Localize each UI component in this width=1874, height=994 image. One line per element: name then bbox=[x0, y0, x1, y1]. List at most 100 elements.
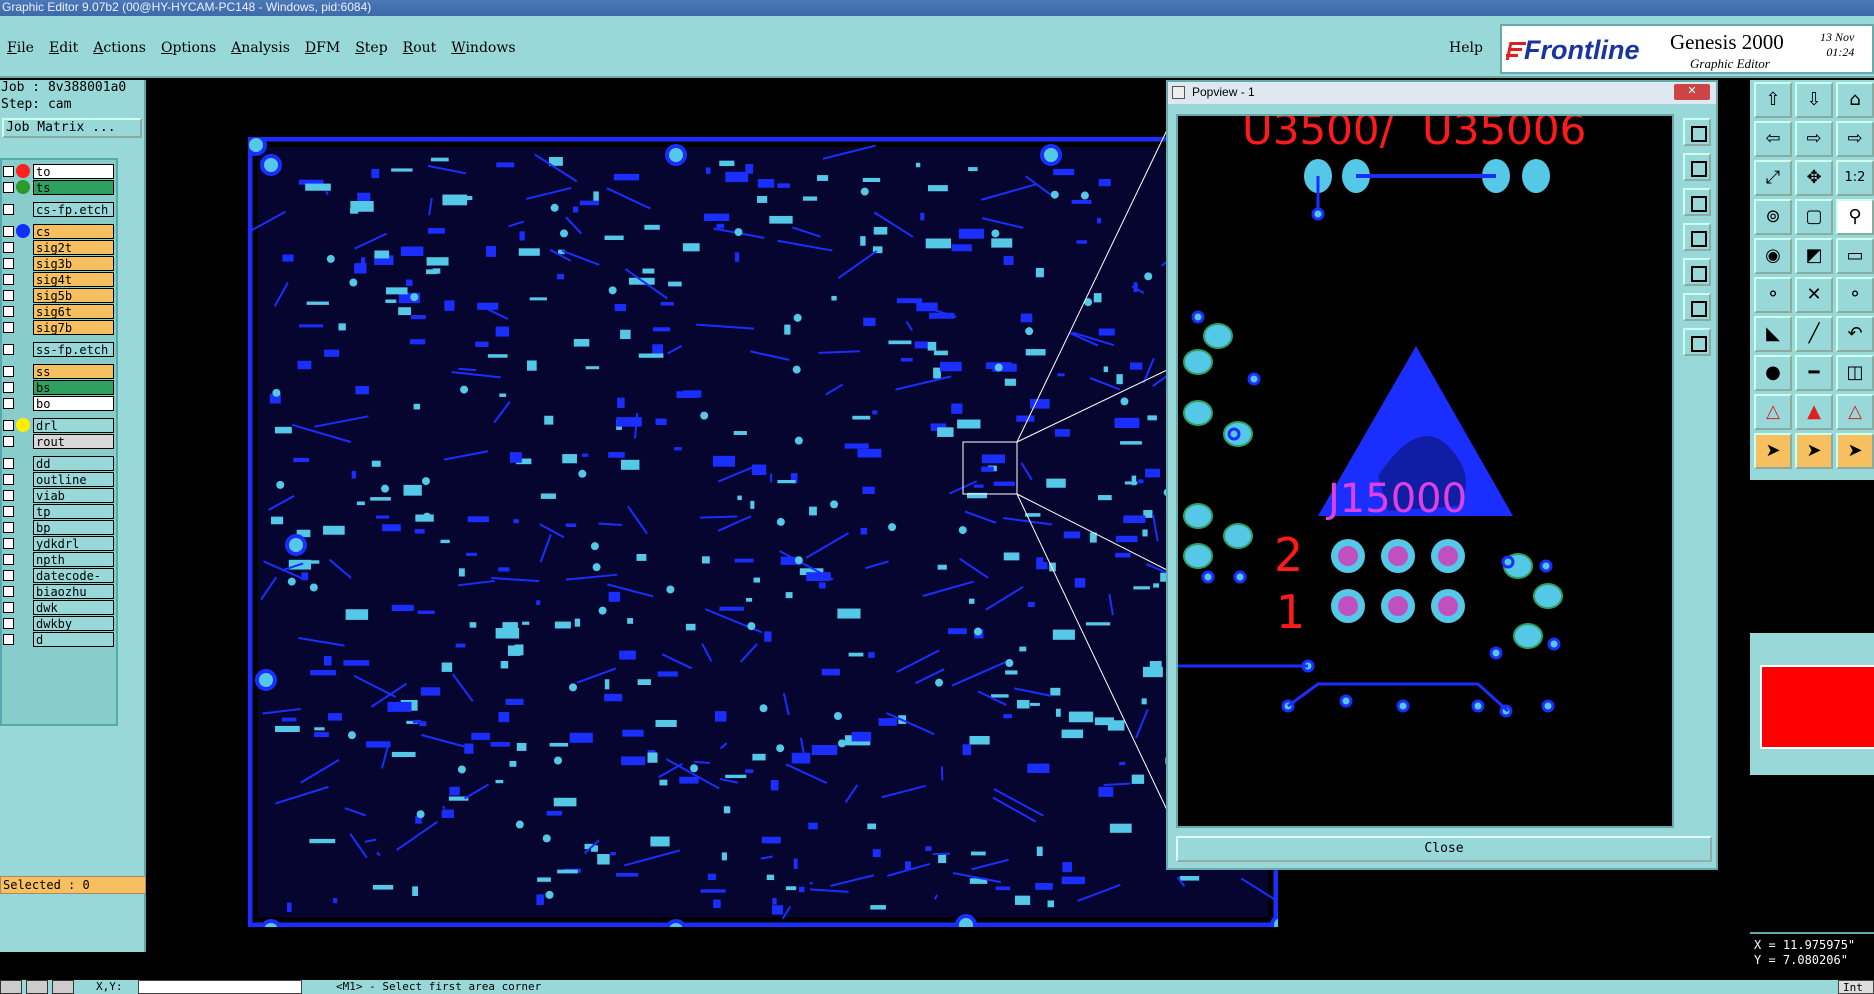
layer-checkbox[interactable] bbox=[3, 633, 14, 645]
popview-zoom-in-icon[interactable] bbox=[1683, 118, 1711, 146]
tool-button-icon[interactable]: ✕ bbox=[1795, 277, 1833, 313]
job-matrix-button[interactable]: Job Matrix ... bbox=[2, 118, 142, 138]
tool-button-icon[interactable]: ▭ bbox=[1836, 238, 1874, 274]
layer-checkbox[interactable] bbox=[3, 435, 14, 447]
tool-button-icon[interactable]: ⚬ bbox=[1754, 277, 1792, 313]
tool-button-icon[interactable]: ➤ bbox=[1754, 433, 1792, 469]
tool-button-icon[interactable]: ● bbox=[1754, 355, 1792, 391]
layer-row[interactable]: ts bbox=[2, 179, 116, 195]
layer-checkbox[interactable] bbox=[3, 289, 14, 301]
layer-checkbox[interactable] bbox=[3, 489, 14, 501]
layer-checkbox[interactable] bbox=[3, 305, 14, 317]
layer-row[interactable]: cs-fp.etch bbox=[2, 201, 116, 217]
layer-checkbox[interactable] bbox=[3, 617, 14, 629]
layer-checkbox[interactable] bbox=[3, 537, 14, 549]
layer-row[interactable]: to bbox=[2, 163, 116, 179]
menu-file[interactable]: File bbox=[7, 40, 34, 56]
layer-row[interactable]: rout bbox=[2, 433, 116, 449]
menu-edit[interactable]: Edit bbox=[49, 40, 78, 56]
tool-button-icon[interactable]: ⤢ bbox=[1754, 160, 1792, 196]
help-menu[interactable]: Help bbox=[1449, 40, 1483, 56]
layer-checkbox[interactable] bbox=[3, 343, 14, 355]
layer-checkbox[interactable] bbox=[3, 419, 14, 431]
layer-row[interactable]: sig3b bbox=[2, 255, 116, 271]
tool-button-icon[interactable]: ⚲ bbox=[1836, 199, 1874, 235]
layer-checkbox[interactable] bbox=[3, 521, 14, 533]
layer-row[interactable]: ydkdrl bbox=[2, 535, 116, 551]
tool-button-icon[interactable]: ⇨ bbox=[1836, 121, 1874, 157]
close-icon[interactable]: ✕ bbox=[1674, 84, 1710, 100]
menu-actions[interactable]: Actions bbox=[93, 40, 146, 56]
layer-row[interactable]: bs bbox=[2, 379, 116, 395]
layer-checkbox[interactable] bbox=[3, 321, 14, 333]
tool-button-icon[interactable]: ⇩ bbox=[1795, 82, 1833, 118]
tool-button-icon[interactable]: 1:2 bbox=[1836, 160, 1874, 196]
popview-home-icon[interactable] bbox=[1683, 258, 1711, 286]
tool-button-icon[interactable]: ⊚ bbox=[1754, 199, 1792, 235]
tool-button-icon[interactable]: ✥ bbox=[1795, 160, 1833, 196]
tool-button-icon[interactable]: ⇨ bbox=[1795, 121, 1833, 157]
layer-checkbox[interactable] bbox=[3, 165, 14, 177]
layer-checkbox[interactable] bbox=[3, 381, 14, 393]
popview-fit-icon[interactable] bbox=[1683, 223, 1711, 251]
tool-button-icon[interactable]: ▢ bbox=[1795, 199, 1833, 235]
layer-row[interactable]: datecode-bs bbox=[2, 567, 116, 583]
layer-checkbox[interactable] bbox=[3, 273, 14, 285]
layer-row[interactable]: sig7b bbox=[2, 319, 116, 335]
popview-close-button[interactable]: Close bbox=[1176, 836, 1712, 862]
layer-checkbox[interactable] bbox=[3, 241, 14, 253]
layer-checkbox[interactable] bbox=[3, 553, 14, 565]
menu-windows[interactable]: Windows bbox=[451, 40, 515, 56]
tool-button-icon[interactable]: ━ bbox=[1795, 355, 1833, 391]
layer-row[interactable]: sig5b bbox=[2, 287, 116, 303]
layer-row[interactable]: sig6t bbox=[2, 303, 116, 319]
layer-checkbox[interactable] bbox=[3, 601, 14, 613]
layer-checkbox[interactable] bbox=[3, 473, 14, 485]
tool-button-icon[interactable]: ⇦ bbox=[1754, 121, 1792, 157]
tool-button-icon[interactable]: ◩ bbox=[1795, 238, 1833, 274]
layer-row[interactable]: dd bbox=[2, 455, 116, 471]
layer-row[interactable]: biaozhu bbox=[2, 583, 116, 599]
layer-checkbox[interactable] bbox=[3, 257, 14, 269]
tool-button-icon[interactable]: ◉ bbox=[1754, 238, 1792, 274]
layer-checkbox[interactable] bbox=[3, 397, 14, 409]
menu-dfm[interactable]: DFM bbox=[305, 40, 340, 56]
layer-row[interactable]: sig4t bbox=[2, 271, 116, 287]
popview-zoom-out-icon[interactable] bbox=[1683, 153, 1711, 181]
menu-rout[interactable]: Rout bbox=[403, 40, 437, 56]
layer-row[interactable]: bp bbox=[2, 519, 116, 535]
layer-row[interactable]: outline bbox=[2, 471, 116, 487]
popview-window[interactable]: Popview - 1 ✕ U3500/U35006 J15000 2 1 Close bbox=[1166, 80, 1718, 870]
status-button-1[interactable] bbox=[0, 980, 22, 994]
status-button-2[interactable] bbox=[26, 980, 48, 994]
status-int-button[interactable]: Int bbox=[1838, 980, 1874, 994]
tool-button-icon[interactable]: ⌂ bbox=[1836, 82, 1874, 118]
layer-row[interactable]: ss-fp.etch bbox=[2, 341, 116, 357]
layer-row[interactable]: sig2t bbox=[2, 239, 116, 255]
tool-button-icon[interactable]: ◣ bbox=[1754, 316, 1792, 352]
layer-row[interactable]: ss bbox=[2, 363, 116, 379]
tool-button-icon[interactable]: △ bbox=[1836, 394, 1874, 430]
layer-checkbox[interactable] bbox=[3, 505, 14, 517]
layer-checkbox[interactable] bbox=[3, 457, 14, 469]
layer-checkbox[interactable] bbox=[3, 181, 14, 193]
layer-row[interactable]: cs bbox=[2, 223, 116, 239]
layer-row[interactable]: tp bbox=[2, 503, 116, 519]
layer-row[interactable]: npth bbox=[2, 551, 116, 567]
tool-button-icon[interactable]: △ bbox=[1754, 394, 1792, 430]
layer-checkbox[interactable] bbox=[3, 203, 14, 215]
layer-row[interactable]: bo bbox=[2, 395, 116, 411]
tool-button-icon[interactable]: ➤ bbox=[1836, 433, 1874, 469]
menu-analysis[interactable]: Analysis bbox=[231, 40, 290, 56]
tool-button-icon[interactable]: ╱ bbox=[1795, 316, 1833, 352]
popview-canvas[interactable]: U3500/U35006 J15000 2 1 bbox=[1176, 114, 1674, 828]
tool-button-icon[interactable]: ↶ bbox=[1836, 316, 1874, 352]
layer-row[interactable]: dwkby bbox=[2, 615, 116, 631]
tool-button-icon[interactable]: ⇧ bbox=[1754, 82, 1792, 118]
layer-checkbox[interactable] bbox=[3, 365, 14, 377]
tool-button-icon[interactable]: ➤ bbox=[1795, 433, 1833, 469]
layer-row[interactable]: dwk bbox=[2, 599, 116, 615]
layer-row[interactable]: viab bbox=[2, 487, 116, 503]
xy-input[interactable] bbox=[138, 980, 302, 994]
popview-window-icon[interactable] bbox=[1683, 293, 1711, 321]
